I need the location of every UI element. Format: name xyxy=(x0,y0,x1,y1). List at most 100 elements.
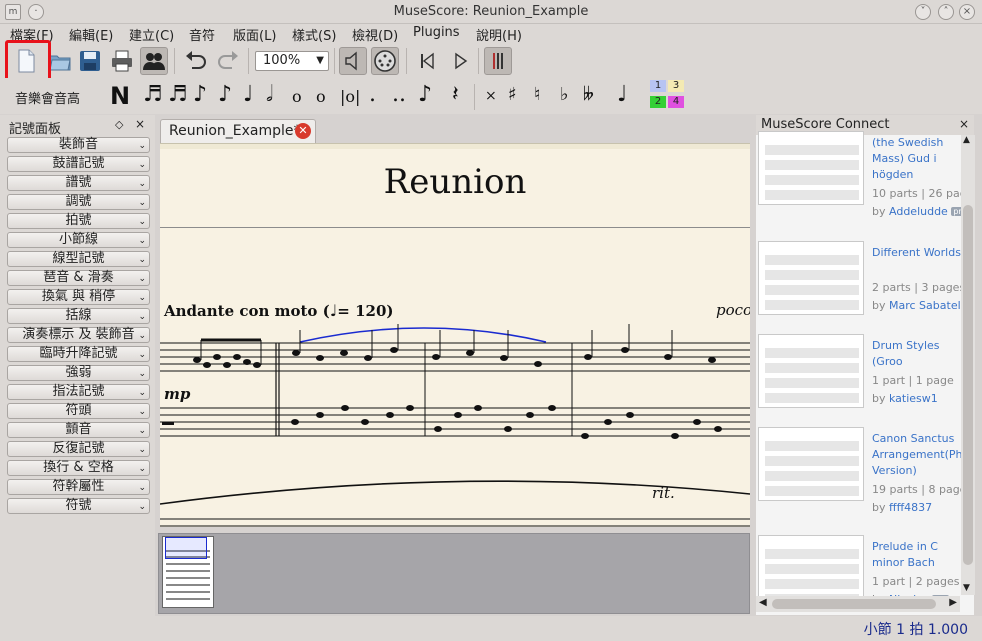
score-card[interactable]: Different Worlds 2 parts | 3 pages by Marc… xyxy=(756,241,970,341)
note-quarter-icon[interactable]: 𝅗𝅥 xyxy=(266,82,273,107)
voice-1-button[interactable]: 1 xyxy=(650,80,666,92)
scroll-right-icon[interactable]: ▶ xyxy=(949,597,957,608)
score-card[interactable]: Drum Styles (Groo 1 part | 1 page by katie… xyxy=(756,334,961,434)
note-half-icon[interactable]: o xyxy=(292,87,302,106)
menu-edit[interactable]: 編輯(E) xyxy=(69,25,113,44)
score-card-title[interactable]: Different Worlds xyxy=(872,245,964,261)
palette-item[interactable]: 反復記號 ⌄ xyxy=(7,441,150,457)
palette-item[interactable]: 裝飾音 ⌄ xyxy=(7,137,150,153)
undo-icon[interactable] xyxy=(182,47,210,75)
score-canvas[interactable]: Reunion Andante con moto (♩= 120) poco m… xyxy=(160,143,750,527)
score-thumbnail[interactable] xyxy=(758,241,864,315)
sharp-icon[interactable]: ♯ xyxy=(508,84,517,105)
score-card-title[interactable]: Drum Styles (Groo xyxy=(872,338,964,370)
menu-style[interactable]: 樣式(S) xyxy=(292,25,336,44)
menu-create[interactable]: 建立(C) xyxy=(129,25,174,44)
palette-item[interactable]: 強弱 ⌄ xyxy=(7,365,150,381)
voice-4-button[interactable]: 4 xyxy=(668,96,684,108)
viewport-indicator[interactable] xyxy=(165,537,207,559)
metronome-icon[interactable] xyxy=(484,47,512,75)
flip-direction-icon[interactable]: ♩ xyxy=(617,82,627,107)
score-thumbnail[interactable] xyxy=(758,131,864,205)
voice-3-button[interactable]: 3 xyxy=(668,80,684,92)
augmentation-dot-icon[interactable]: . xyxy=(369,82,376,107)
note-eighth-icon[interactable]: ♩ xyxy=(243,82,253,107)
close-panel-icon[interactable]: × xyxy=(135,117,145,131)
palette-item[interactable]: 符幹屬性 ⌄ xyxy=(7,479,150,495)
palette-item[interactable]: 鼓譜記號 ⌄ xyxy=(7,156,150,172)
menu-layout[interactable]: 版面(L) xyxy=(233,25,276,44)
palette-item[interactable]: 演奏標示 及 裝飾音 ⌄ xyxy=(7,327,150,343)
double-dot-icon[interactable]: .. xyxy=(392,82,406,107)
menu-help[interactable]: 說明(H) xyxy=(476,25,522,44)
midi-input-icon[interactable] xyxy=(371,47,399,75)
author-link[interactable]: Addeludde xyxy=(889,205,948,218)
menu-notes[interactable]: 音符 xyxy=(189,25,215,44)
score-thumbnail[interactable] xyxy=(758,427,864,501)
minimize-icon[interactable]: ˅ xyxy=(915,4,931,20)
save-icon[interactable] xyxy=(76,47,104,75)
note-breve-icon[interactable]: |o| xyxy=(340,87,360,106)
author-link[interactable]: Marc Sabatella xyxy=(889,299,970,312)
palette-item[interactable]: 調號 ⌄ xyxy=(7,194,150,210)
score-card-title[interactable]: (the Swedish Mass) Gud i högden xyxy=(872,135,964,183)
close-panel-icon[interactable]: × xyxy=(959,117,969,131)
scroll-thumb[interactable] xyxy=(772,599,936,609)
palette-item[interactable]: 換行 & 空格 ⌄ xyxy=(7,460,150,476)
note-whole-icon[interactable]: o xyxy=(316,87,326,106)
palette-item[interactable]: 小節線 ⌄ xyxy=(7,232,150,248)
score-card-title[interactable]: Canon Sanctus Arrangement(Phan Version) xyxy=(872,431,964,479)
palette-item[interactable]: 符號 ⌄ xyxy=(7,498,150,514)
redo-icon[interactable] xyxy=(214,47,242,75)
palette-item[interactable]: 譜號 ⌄ xyxy=(7,175,150,191)
palette-item[interactable]: 顫音 ⌄ xyxy=(7,422,150,438)
scroll-down-icon[interactable]: ▼ xyxy=(963,583,970,593)
close-window-icon[interactable]: × xyxy=(959,4,975,20)
menu-plugins[interactable]: Plugins xyxy=(413,25,460,40)
palette-item[interactable]: 括線 ⌄ xyxy=(7,308,150,324)
rewind-icon[interactable] xyxy=(413,47,441,75)
print-icon[interactable] xyxy=(108,47,136,75)
note-32nd-icon[interactable]: ♪ xyxy=(193,82,207,107)
connect-horizontal-scrollbar[interactable]: ◀ ▶ xyxy=(756,596,960,612)
score-card[interactable]: (the Swedish Mass) Gud i högden 10 parts … xyxy=(756,131,973,231)
natural-icon[interactable]: ♮ xyxy=(534,84,540,105)
voice-2-button[interactable]: 2 xyxy=(650,96,666,108)
speaker-icon[interactable] xyxy=(339,47,367,75)
maximize-icon[interactable]: ˄ xyxy=(938,4,954,20)
zoom-select[interactable]: 100% ▼ xyxy=(255,51,329,71)
note-input-mode-button[interactable]: N xyxy=(110,82,130,110)
musescore-community-icon[interactable] xyxy=(140,47,168,75)
author-link[interactable]: katiesw1 xyxy=(889,392,938,405)
flat-icon[interactable]: ♭ xyxy=(560,84,569,105)
scroll-left-icon[interactable]: ◀ xyxy=(759,597,767,608)
score-thumbnail[interactable] xyxy=(758,334,864,408)
close-tab-icon[interactable]: ✕ xyxy=(295,123,311,139)
scroll-thumb[interactable] xyxy=(963,205,973,565)
palette-item[interactable]: 拍號 ⌄ xyxy=(7,213,150,229)
score-card[interactable]: Canon Sanctus Arrangement(Phan Version) 1… xyxy=(756,427,972,527)
palette-item[interactable]: 線型記號 ⌄ xyxy=(7,251,150,267)
connect-vertical-scrollbar[interactable]: ▲ ▼ xyxy=(961,135,975,595)
note-128th-icon[interactable]: ♬ xyxy=(143,82,163,107)
palette-item[interactable]: 臨時升降記號 ⌄ xyxy=(7,346,150,362)
double-flat-icon[interactable]: 𝄫 xyxy=(583,84,594,105)
author-link[interactable]: ffff4837 xyxy=(889,501,932,514)
score-card-title[interactable]: Prelude in C minor Bach xyxy=(872,539,964,571)
float-panel-icon[interactable]: ◇ xyxy=(115,118,123,131)
palette-item[interactable]: 指法記號 ⌄ xyxy=(7,384,150,400)
double-sharp-icon[interactable]: × xyxy=(485,88,497,104)
rest-icon[interactable]: 𝄽 xyxy=(452,82,459,107)
play-icon[interactable] xyxy=(446,47,474,75)
tab-reunion-example[interactable]: Reunion_Example* ✕ xyxy=(160,119,316,143)
palette-item[interactable]: 換氣 與 稍停 ⌄ xyxy=(7,289,150,305)
note-64th-icon[interactable]: ♬ xyxy=(168,82,188,107)
note-16th-icon[interactable]: ♪ xyxy=(218,82,232,107)
scroll-up-icon[interactable]: ▲ xyxy=(963,135,970,145)
tie-icon[interactable]: ♪ xyxy=(418,82,432,107)
navigator-panel[interactable] xyxy=(158,533,750,614)
palette-item[interactable]: 符頭 ⌄ xyxy=(7,403,150,419)
menu-view[interactable]: 檢視(D) xyxy=(352,25,398,44)
concert-pitch-toggle[interactable]: 音樂會音高 xyxy=(15,88,80,107)
palette-item[interactable]: 琶音 & 滑奏 ⌄ xyxy=(7,270,150,286)
